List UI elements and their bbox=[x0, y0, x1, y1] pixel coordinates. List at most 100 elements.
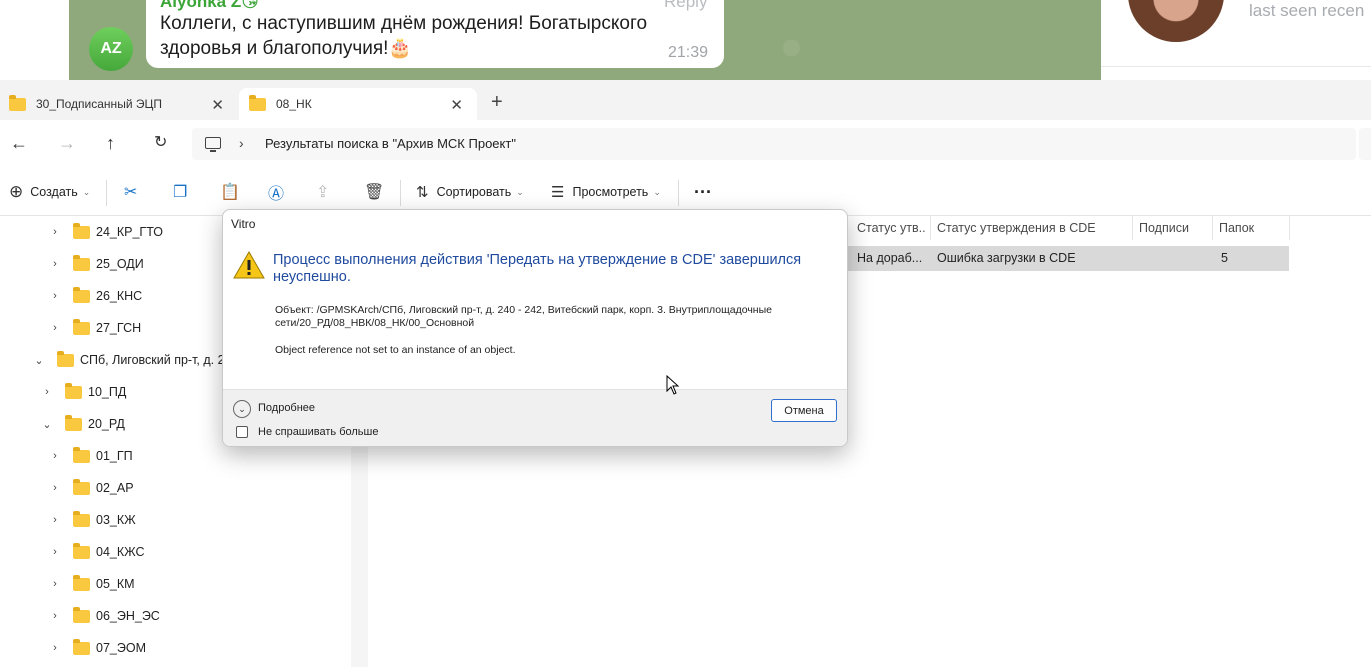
cell-folders: 5 bbox=[1221, 251, 1228, 265]
chevron-right-icon[interactable]: › bbox=[47, 450, 63, 462]
column-header-folders[interactable]: Папок bbox=[1219, 217, 1287, 239]
folder-icon bbox=[73, 638, 90, 655]
folder-icon bbox=[73, 222, 90, 239]
folder-icon bbox=[65, 414, 82, 431]
chevron-right-icon[interactable]: › bbox=[47, 322, 63, 334]
tree-item[interactable]: ⌄ 20_РД bbox=[39, 408, 125, 440]
dont-ask-checkbox[interactable] bbox=[236, 426, 248, 438]
column-header-cde-status[interactable]: Статус утверждения в CDE bbox=[937, 217, 1132, 239]
breadcrumb[interactable]: Результаты поиска в "Архив МСК Проект" bbox=[265, 136, 516, 151]
tree-item[interactable]: › 01_ГП bbox=[47, 440, 133, 472]
object-path-text: Объект: /GPMSKArch/СПб, Лиговский пр-т, … bbox=[275, 304, 772, 329]
chevron-right-icon[interactable]: › bbox=[47, 290, 63, 302]
dialog-message: Процесс выполнения действия 'Передать на… bbox=[273, 252, 802, 285]
reply-button[interactable]: Reply bbox=[664, 0, 707, 12]
tree-item-label: 05_КМ bbox=[96, 577, 135, 591]
telegram-sidebar bbox=[0, 0, 69, 80]
chevron-down-icon: ⌄ bbox=[82, 186, 91, 197]
tree-item[interactable]: › 06_ЭН_ЭС bbox=[47, 600, 160, 632]
tree-item[interactable]: › 24_КР_ГТО bbox=[47, 216, 163, 248]
tab-bar: 30_Подписанный ЭЦП ✕ 08_НК ✕ + bbox=[0, 80, 1371, 120]
cut-button[interactable]: ✂ bbox=[124, 168, 137, 216]
message-text: Коллеги, с наступившим днём рождения! Бо… bbox=[160, 13, 648, 59]
tree-item[interactable]: › 03_КЖ bbox=[47, 504, 136, 536]
folder-icon bbox=[9, 94, 26, 111]
expand-details-icon[interactable]: ⌄ bbox=[233, 400, 251, 418]
column-divider[interactable] bbox=[1289, 216, 1290, 240]
tree-item[interactable]: ⌄ СПб, Лиговский пр-т, д. 24 bbox=[31, 344, 232, 376]
create-button[interactable]: ⊕ Создать ⌄ bbox=[9, 168, 90, 216]
divider bbox=[400, 180, 401, 206]
back-arrow-icon[interactable]: ← bbox=[10, 133, 28, 153]
tree-item-label: СПб, Лиговский пр-т, д. 24 bbox=[80, 353, 232, 367]
chevron-right-icon[interactable]: › bbox=[47, 578, 63, 590]
folder-icon bbox=[73, 542, 90, 559]
error-dialog: Vitro Процесс выполнения действия 'Перед… bbox=[222, 209, 848, 447]
column-divider[interactable] bbox=[1212, 216, 1213, 240]
new-tab-button[interactable]: + bbox=[491, 92, 503, 112]
refresh-icon[interactable]: ↻ bbox=[154, 133, 167, 153]
column-divider[interactable] bbox=[1132, 216, 1133, 240]
avatar[interactable]: AZ bbox=[89, 27, 133, 71]
tree-item-label: 10_ПД bbox=[88, 385, 127, 399]
forward-arrow-icon[interactable]: → bbox=[58, 133, 76, 153]
folder-icon bbox=[73, 446, 90, 463]
chevron-right-icon[interactable]: › bbox=[39, 386, 55, 398]
close-icon[interactable]: ✕ bbox=[450, 96, 463, 114]
tree-item[interactable]: › 27_ГСН bbox=[47, 312, 141, 344]
tree-item[interactable]: › 05_КМ bbox=[47, 568, 135, 600]
chevron-down-icon[interactable]: ⌄ bbox=[39, 418, 55, 431]
chevron-right-icon[interactable]: › bbox=[47, 482, 63, 494]
copy-button[interactable]: ❐ bbox=[173, 168, 187, 216]
dialog-footer: ⌄ Подробнее Не спрашивать больше Отмена bbox=[223, 389, 847, 446]
tree-item-label: 27_ГСН bbox=[96, 321, 142, 335]
chevron-right-icon[interactable]: › bbox=[47, 258, 63, 270]
tree-item-label: 24_КР_ГТО bbox=[96, 225, 163, 239]
search-box[interactable] bbox=[1359, 128, 1371, 160]
dont-ask-label[interactable]: Не спрашивать больше bbox=[258, 426, 378, 438]
folder-icon bbox=[73, 478, 90, 495]
folder-icon bbox=[73, 574, 90, 591]
tree-item[interactable]: › 10_ПД bbox=[39, 376, 126, 408]
paste-icon: 📋 bbox=[220, 184, 240, 201]
computer-icon bbox=[205, 137, 221, 152]
up-arrow-icon[interactable]: ↑ bbox=[106, 133, 115, 153]
chevron-right-icon[interactable]: › bbox=[239, 135, 244, 151]
chevron-right-icon[interactable]: › bbox=[47, 546, 63, 558]
folder-icon bbox=[73, 606, 90, 623]
sort-icon: ⇅ bbox=[416, 184, 429, 201]
column-divider[interactable] bbox=[930, 216, 931, 240]
tree-item-label: 26_КНС bbox=[96, 289, 143, 303]
create-label: Создать bbox=[30, 185, 78, 199]
tree-item[interactable]: › 25_ОДИ bbox=[47, 248, 144, 280]
cell-cde-status: Ошибка загрузки в CDE bbox=[937, 251, 1076, 265]
tree-item[interactable]: › 07_ЭОМ bbox=[47, 632, 146, 664]
tree-item[interactable]: › 26_КНС bbox=[47, 280, 142, 312]
chevron-right-icon[interactable]: › bbox=[47, 514, 63, 526]
cell-status: На дораб... bbox=[857, 251, 923, 265]
chevron-right-icon[interactable]: › bbox=[47, 642, 63, 654]
column-header-signatures[interactable]: Подписи bbox=[1139, 217, 1209, 239]
cancel-button[interactable]: Отмена bbox=[771, 399, 837, 422]
tree-item-label: 01_ГП bbox=[96, 449, 133, 463]
chevron-down-icon: ⌄ bbox=[516, 186, 524, 197]
tree-item-label: 03_КЖ bbox=[96, 513, 136, 527]
tab-08-nk[interactable]: 08_НК ✕ bbox=[239, 88, 477, 120]
column-header-status[interactable]: Статус утв... bbox=[857, 217, 925, 239]
view-list-icon: ☰ bbox=[551, 184, 565, 201]
tab-30-signed[interactable]: 30_Подписанный ЭЦП ✕ bbox=[0, 88, 238, 120]
details-label[interactable]: Подробнее bbox=[258, 402, 315, 414]
chevron-down-icon[interactable]: ⌄ bbox=[31, 354, 47, 367]
chevron-right-icon[interactable]: › bbox=[47, 226, 63, 238]
tree-item[interactable]: › 04_КЖС bbox=[47, 536, 145, 568]
close-icon[interactable]: ✕ bbox=[211, 96, 224, 114]
screen: AZ Alyonka Z😘 Reply Коллеги, с наступивш… bbox=[0, 0, 1371, 667]
message-time: 21:39 bbox=[668, 44, 709, 61]
chevron-right-icon[interactable]: › bbox=[47, 610, 63, 622]
sender-emoji: 😘 bbox=[241, 0, 259, 11]
error-text: Object reference not set to an instance … bbox=[275, 344, 516, 356]
address-field[interactable]: › Результаты поиска в "Архив МСК Проект" bbox=[192, 128, 1356, 160]
tree-item[interactable]: › 02_АР bbox=[47, 472, 134, 504]
folder-icon bbox=[57, 350, 74, 367]
tree-item-label: 25_ОДИ bbox=[96, 257, 144, 271]
